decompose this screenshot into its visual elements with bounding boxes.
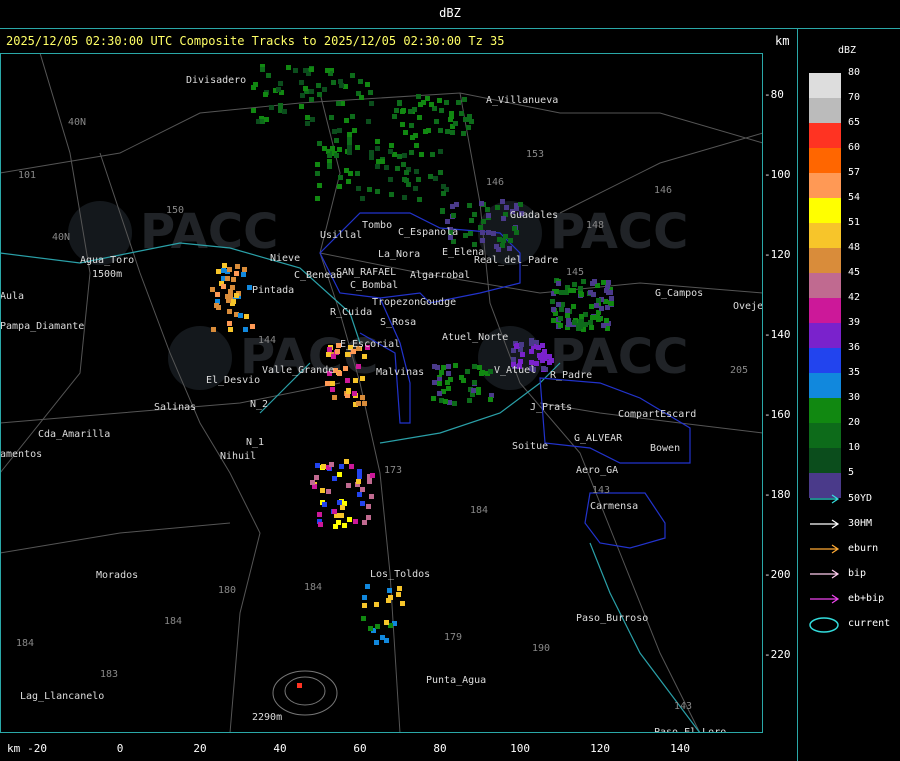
x-tick-label: 20 <box>193 742 207 755</box>
legend-label: 45 <box>848 267 861 278</box>
legend-label: 5 <box>848 467 855 478</box>
y-tick-label: -120 <box>764 248 791 261</box>
legend-swatch <box>809 98 841 123</box>
window-title: dBZ <box>439 6 461 20</box>
legend-swatch <box>809 348 841 373</box>
legend-swatch <box>809 448 841 473</box>
legend-label: 30 <box>848 392 861 403</box>
y-tick-label: -220 <box>764 648 791 661</box>
legend-label: 51 <box>848 217 861 228</box>
current-ellipse-icon <box>809 617 839 633</box>
track-legend-label: eb+bip <box>848 593 885 604</box>
legend-label: 36 <box>848 342 861 353</box>
legend-label: 48 <box>848 242 861 253</box>
x-tick-label: 120 <box>590 742 610 755</box>
legend-label: 54 <box>848 192 861 203</box>
x-tick-label: 0 <box>116 742 124 755</box>
legend-label: 70 <box>848 92 861 103</box>
header-timestamp: 2025/12/05 02:30:00 UTC Composite Tracks… <box>6 34 505 48</box>
track-arrow-icon <box>810 519 840 529</box>
map-frame <box>0 53 763 733</box>
legend-label: 57 <box>848 167 861 178</box>
legend-swatch <box>809 298 841 323</box>
legend-swatch <box>809 273 841 298</box>
track-legend-label: bip <box>848 568 867 579</box>
legend-swatch <box>809 123 841 148</box>
legend-swatch <box>809 248 841 273</box>
y-tick-label: -180 <box>764 488 791 501</box>
legend-label: 20 <box>848 417 861 428</box>
x-tick-label: -20 <box>27 742 47 755</box>
legend-label: 65 <box>848 117 861 128</box>
legend-label: 10 <box>848 442 861 453</box>
legend-label: 80 <box>848 67 861 78</box>
y-tick-label: -80 <box>764 88 784 101</box>
track-arrow-icon <box>810 594 840 604</box>
x-tick-label: 140 <box>670 742 690 755</box>
legend-swatch <box>809 148 841 173</box>
track-legend-label: 30HM <box>848 518 873 529</box>
legend-title: dBZ <box>838 45 857 56</box>
x-axis-unit: km <box>7 742 21 755</box>
legend-label: 60 <box>848 142 861 153</box>
legend-swatch <box>809 173 841 198</box>
track-arrow-icon <box>810 494 840 504</box>
x-tick-label: 60 <box>353 742 367 755</box>
x-tick-label: 100 <box>510 742 530 755</box>
track-legend-label: eburn <box>848 543 879 554</box>
x-tick-label: 40 <box>273 742 287 755</box>
legend-label: 35 <box>848 367 861 378</box>
legend-label: 42 <box>848 292 861 303</box>
y-tick-label: -160 <box>764 408 791 421</box>
legend-swatch <box>809 398 841 423</box>
legend-swatch <box>809 223 841 248</box>
y-tick-label: -200 <box>764 568 791 581</box>
legend-swatch <box>809 323 841 348</box>
panel-divider <box>797 28 798 761</box>
y-tick-label: -100 <box>764 168 791 181</box>
header-units: km <box>775 34 790 48</box>
legend-swatch <box>809 198 841 223</box>
y-tick-label: -140 <box>764 328 791 341</box>
track-arrow-icon <box>810 544 840 554</box>
legend-swatch <box>809 373 841 398</box>
legend-swatch <box>809 73 841 98</box>
track-legend-label: current <box>848 618 891 629</box>
legend-label: 39 <box>848 317 861 328</box>
x-tick-label: 80 <box>433 742 447 755</box>
track-arrow-icon <box>810 569 840 579</box>
track-legend-label: 50YD <box>848 493 873 504</box>
legend-swatch <box>809 423 841 448</box>
